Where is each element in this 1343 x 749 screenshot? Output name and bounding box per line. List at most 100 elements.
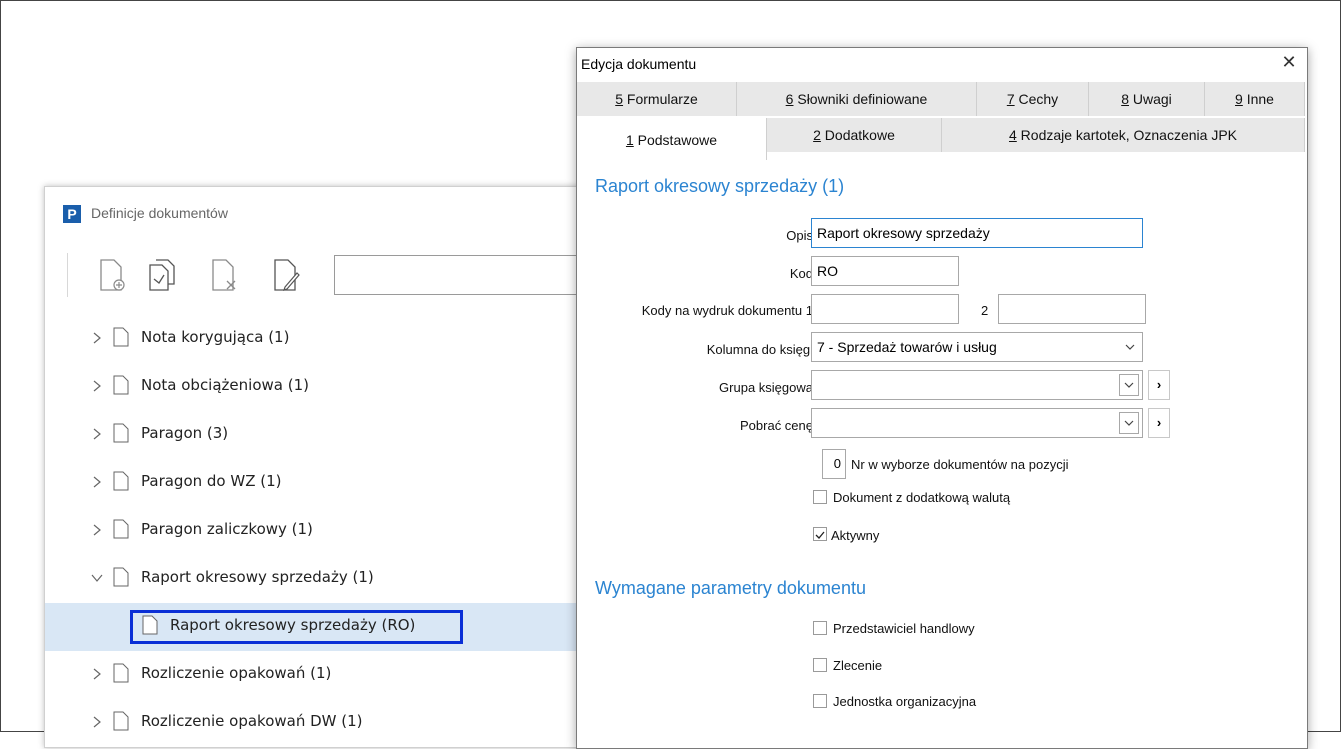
document-icon [113,711,129,731]
close-icon[interactable]: ✕ [1279,52,1299,72]
tab-hotkey: 7 [1006,91,1015,107]
tree-item-label: Paragon (3) [141,424,229,442]
chevron-right-icon[interactable] [91,379,103,393]
chevron-down-icon [1124,382,1134,388]
waluta-checkbox[interactable] [813,490,827,504]
tree-item[interactable]: Rozliczenie opakowań DW (1) [45,699,605,747]
cena-open-button[interactable]: › [1148,408,1170,438]
document-icon [113,471,129,491]
tab-label: Rodzaje kartotek, Oznaczenia JPK [1016,127,1238,143]
kody-wydruk-input-2[interactable] [998,294,1146,324]
chevron-right-icon[interactable] [91,331,103,345]
tab-hotkey: 2 [813,127,821,143]
kody-wydruk-label-2: 2 [981,303,989,318]
waluta-label: Dokument z dodatkową walutą [833,490,1011,505]
cena-select[interactable] [811,408,1143,438]
tab-formularze[interactable]: 5 Formularze [577,82,737,116]
tree-item[interactable]: Paragon (3) [45,411,605,459]
definitions-window-title: Definicje dokumentów [91,205,228,221]
tree-item[interactable]: Paragon do WZ (1) [45,459,605,507]
tree-item-label: Rozliczenie opakowań DW (1) [141,712,363,730]
tab-slowniki[interactable]: 6 Słowniki definiowane [737,82,977,116]
grupa-label: Grupa księgowa [719,380,813,395]
tree-item-label: Paragon do WZ (1) [141,472,282,490]
tree-item-selected[interactable]: Raport okresowy sprzedaży (RO) [45,603,605,651]
chevron-right-icon[interactable] [91,523,103,537]
screen-frame: P Definicje dokumentów Nota korygująca (… [0,0,1341,749]
kolumna-label: Kolumna do księgi [706,342,813,357]
search-input[interactable] [334,255,614,295]
tab-label: Formularze [623,91,698,107]
tab-label: Słowniki definiowane [793,91,928,107]
tree-item-label: Nota obciążeniowa (1) [141,376,309,394]
tree-item[interactable]: Paragon zaliczkowy (1) [45,507,605,555]
tree-item-label: Rozliczenie opakowań (1) [141,664,332,682]
tab-inne[interactable]: 9 Inne [1205,82,1305,116]
kod-label: Kod [789,266,813,281]
przedstawiciel-label: Przedstawiciel handlowy [833,621,975,636]
section-title-parameters: Wymagane parametry dokumentu [595,578,866,598]
tree-item-label: Paragon zaliczkowy (1) [141,520,313,538]
tab-label: Dodatkowe [820,127,895,143]
tree-item-label: Raport okresowy sprzedaży (1) [141,568,374,586]
aktywny-checkbox[interactable] [813,527,827,541]
grupa-select[interactable] [811,370,1143,400]
zlecenie-label: Zlecenie [833,658,883,673]
kod-input[interactable]: RO [811,256,959,286]
nr-wyborze-label: Nr w wyborze dokumentów na pozycji [851,457,1069,472]
tree-item-label: Raport okresowy sprzedaży (RO) [170,616,416,634]
edit-document-dialog: Edycja dokumentu ✕ 5 Formularze 6 Słowni… [576,47,1308,749]
definitions-toolbar [45,247,614,303]
document-icon [142,615,158,635]
add-document-icon[interactable] [97,257,127,293]
tab-rodzaje-kartotek[interactable]: 4 Rodzaje kartotek, Oznaczenia JPK [942,118,1305,152]
nr-wyborze-input[interactable]: 0 [822,449,846,479]
tab-podstawowe[interactable]: 1 Podstawowe [577,118,767,160]
tree-item[interactable]: Nota obciążeniowa (1) [45,363,605,411]
tab-label: Cechy [1014,91,1059,107]
document-icon [113,423,129,443]
tree-item[interactable]: Nota korygująca (1) [45,315,605,363]
chevron-right-icon[interactable] [91,667,103,681]
tab-hotkey: 9 [1235,91,1243,107]
grupa-open-button[interactable]: › [1148,370,1170,400]
tree-item[interactable]: Rozliczenie opakowań (1) [45,651,605,699]
grupa-dropdown-button[interactable] [1119,374,1139,396]
tree-item-expanded[interactable]: Raport okresowy sprzedaży (1) [45,555,605,603]
copy-document-icon[interactable] [147,257,177,293]
tab-uwagi[interactable]: 8 Uwagi [1089,82,1205,116]
chevron-right-icon[interactable] [91,475,103,489]
przedstawiciel-checkbox[interactable] [813,621,827,635]
checkmark-icon [815,531,825,539]
edit-document-icon[interactable] [271,257,301,293]
tab-hotkey: 5 [615,91,624,107]
jednostka-checkbox[interactable] [813,694,827,708]
chevron-down-icon[interactable] [91,571,103,585]
kolumna-select[interactable]: 7 - Sprzedaż towarów i usług [811,332,1143,362]
jednostka-label: Jednostka organizacyjna [833,694,977,709]
cena-dropdown-button[interactable] [1119,412,1139,434]
chevron-right-icon[interactable] [91,427,103,441]
zlecenie-checkbox[interactable] [813,658,827,672]
chevron-right-icon[interactable] [91,715,103,729]
delete-document-icon[interactable] [209,257,239,293]
kody-wydruk-input-1[interactable] [811,294,959,324]
document-icon [113,663,129,683]
tab-label: Inne [1242,91,1274,107]
opis-label: Opis [786,228,813,243]
tab-cechy[interactable]: 7 Cechy [977,82,1089,116]
tab-hotkey: 4 [1008,127,1017,143]
document-icon [113,567,129,587]
dialog-title: Edycja dokumentu [581,56,697,72]
document-icon [113,375,129,395]
document-icon [113,327,129,347]
definitions-titlebar: P Definicje dokumentów [45,187,605,239]
chevron-down-icon [1125,344,1135,350]
chevron-down-icon [1124,420,1134,426]
tab-hotkey: 1 [625,132,634,148]
opis-input[interactable]: Raport okresowy sprzedaży [811,218,1143,248]
tab-label: Uwagi [1129,91,1172,107]
kolumna-value: 7 - Sprzedaż towarów i usług [817,339,997,355]
tree-item-label: Nota korygująca (1) [141,328,290,346]
tab-dodatkowe[interactable]: 2 Dodatkowe [767,118,942,152]
